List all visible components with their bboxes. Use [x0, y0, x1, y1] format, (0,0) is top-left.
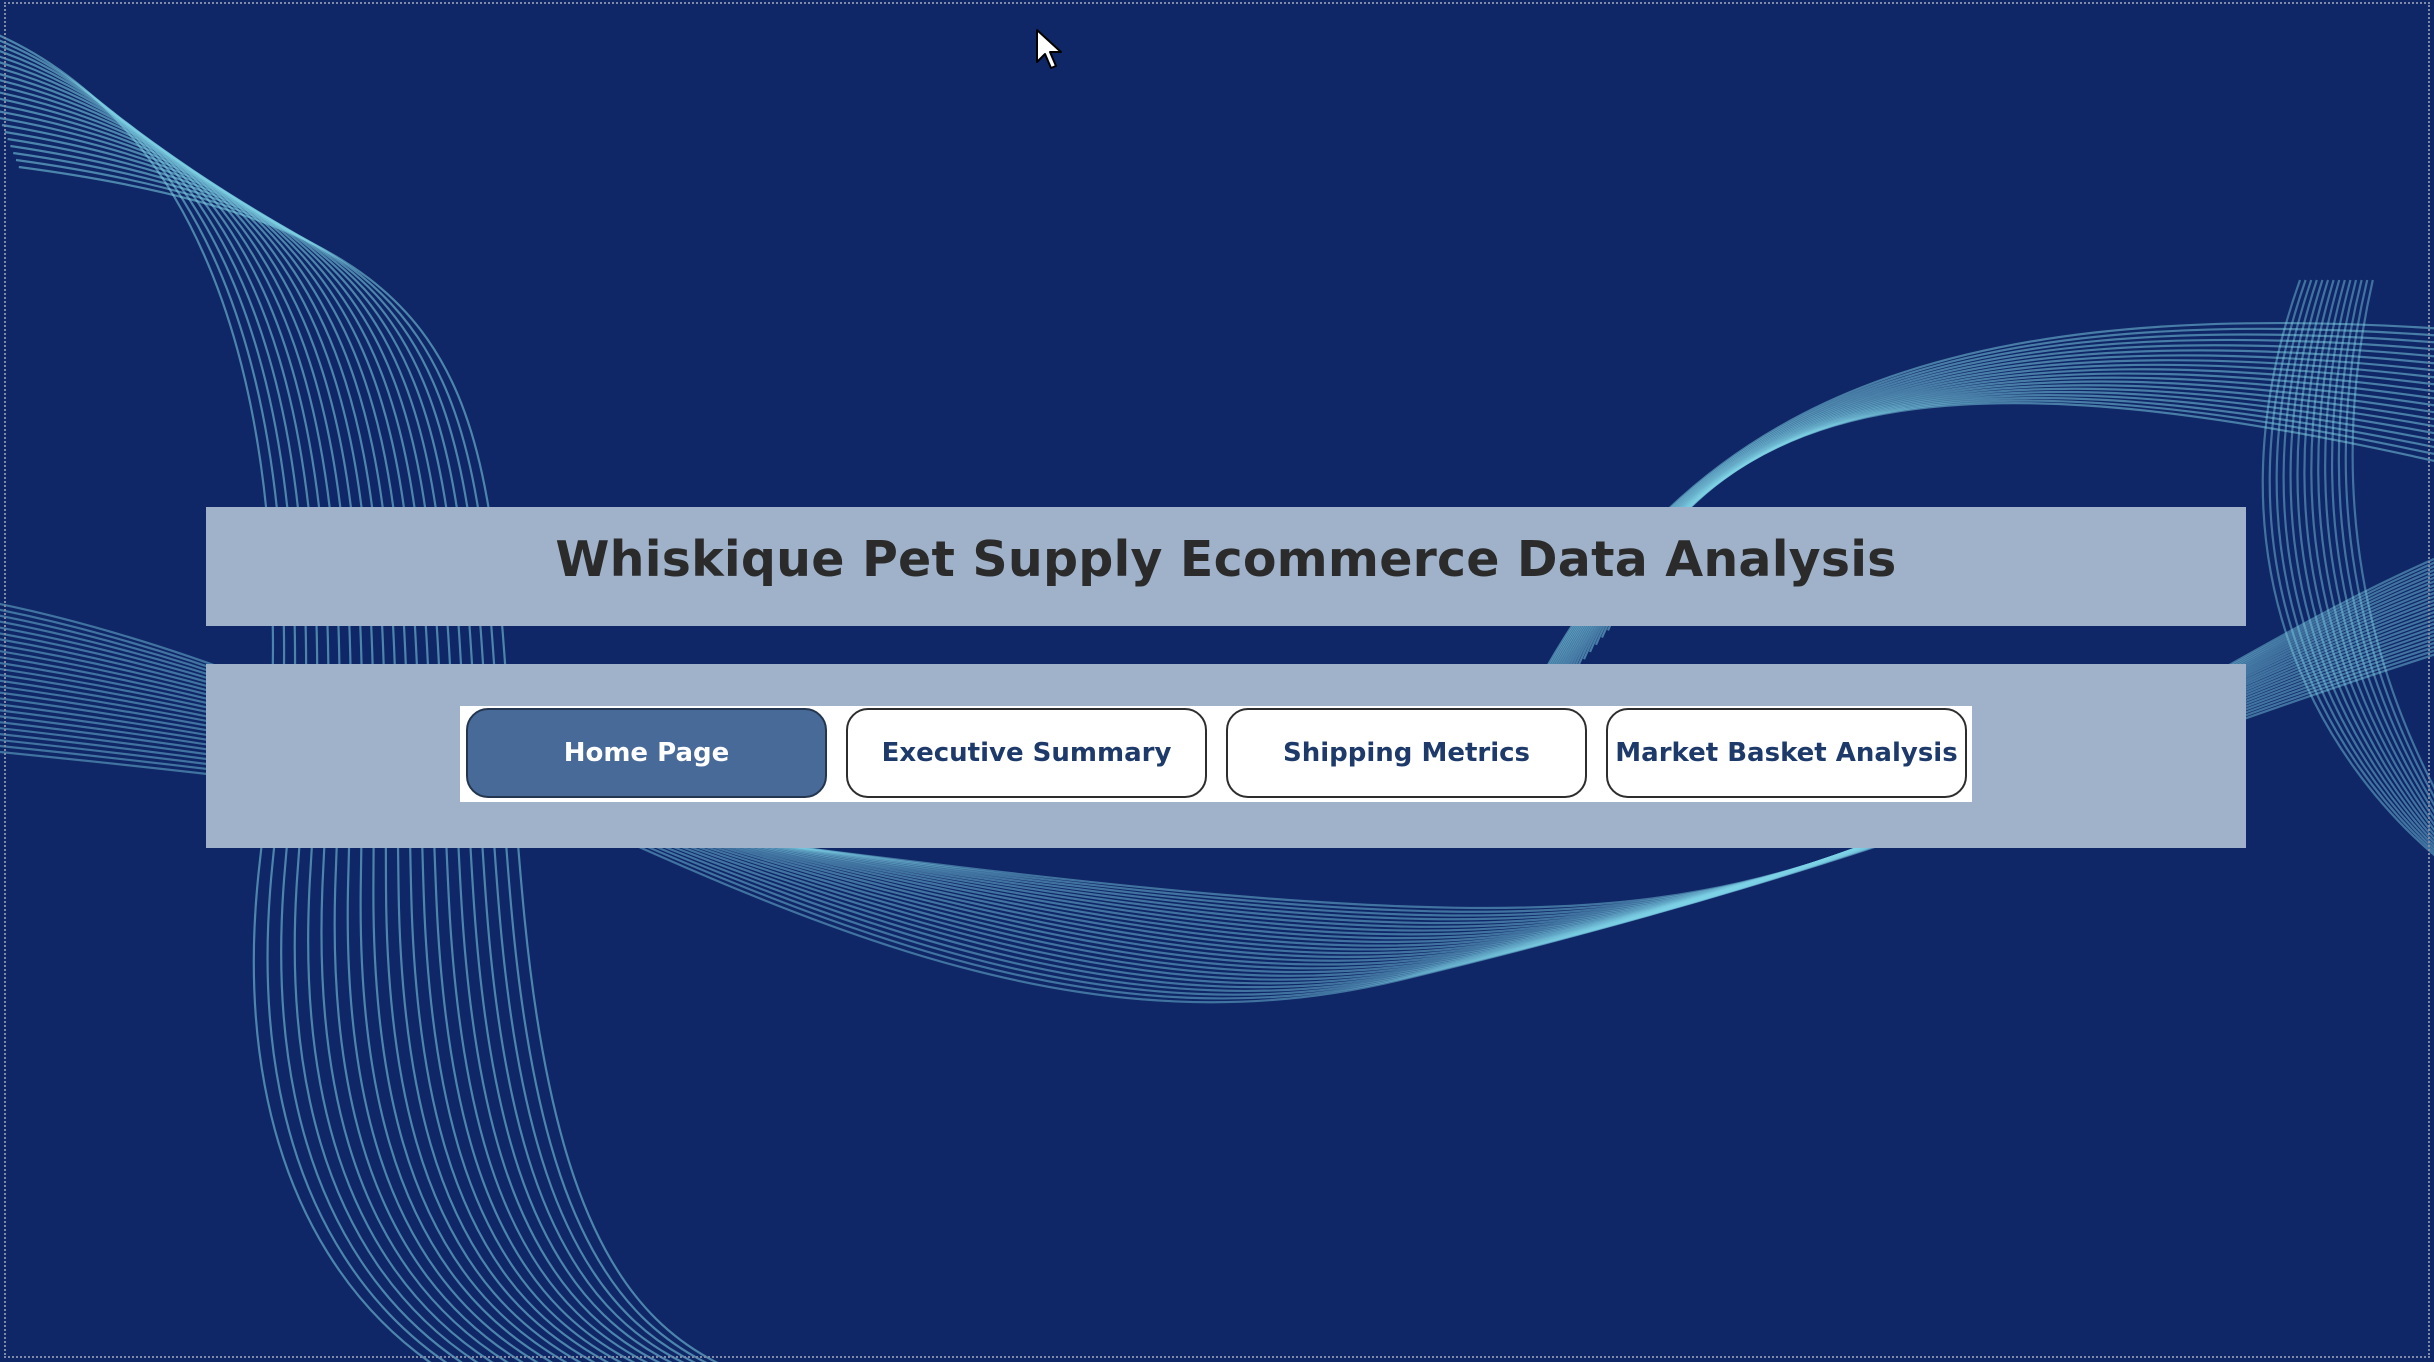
market-basket-analysis-button[interactable]: Market Basket Analysis — [1606, 708, 1967, 798]
page-title: Whiskique Pet Supply Ecommerce Data Anal… — [555, 531, 1897, 588]
shipping-metrics-button[interactable]: Shipping Metrics — [1226, 708, 1587, 798]
home-page-button[interactable]: Home Page — [466, 708, 827, 798]
executive-summary-button[interactable]: Executive Summary — [846, 708, 1207, 798]
title-banner: Whiskique Pet Supply Ecommerce Data Anal… — [206, 507, 2246, 626]
navigation-banner: Home Page Executive Summary Shipping Met… — [206, 664, 2246, 848]
mouse-pointer-icon — [1036, 29, 1062, 69]
navigation-bar: Home Page Executive Summary Shipping Met… — [460, 706, 1972, 802]
report-canvas: Whiskique Pet Supply Ecommerce Data Anal… — [0, 0, 2434, 1362]
